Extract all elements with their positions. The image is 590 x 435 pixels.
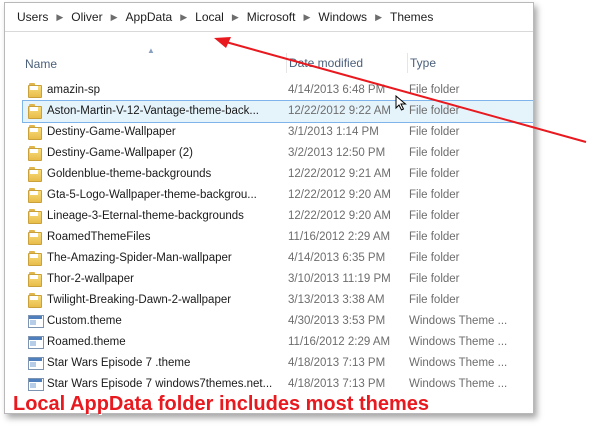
file-date-modified: 3/2/2013 12:50 PM	[288, 147, 386, 159]
file-name: amazin-sp	[47, 84, 101, 96]
file-row[interactable]: Custom.theme 4/30/2013 3:53 PM Windows The…	[5, 311, 533, 332]
folder-icon	[27, 230, 43, 245]
file-date-modified: 4/14/2013 6:48 PM	[288, 84, 386, 96]
file-type: File folder	[409, 126, 460, 138]
file-type: File folder	[409, 273, 460, 285]
file-type: File folder	[409, 210, 460, 222]
file-row[interactable]: Star Wars Episode 7 .theme 4/18/2013 7:13…	[5, 353, 533, 374]
file-name: Roamed.theme	[47, 336, 126, 348]
explorer-window: Users ▶ Oliver ▶ AppData ▶ Local ▶ Micro…	[4, 2, 534, 414]
file-row[interactable]: Gta-5-Logo-Wallpaper-theme-backgrou... 12…	[5, 185, 533, 206]
file-name: Star Wars Episode 7 .theme	[47, 357, 191, 369]
chevron-right-icon[interactable]: ▶	[174, 12, 193, 23]
folder-icon	[27, 83, 43, 98]
file-list: amazin-sp 4/14/2013 6:48 PM File folder Ast…	[5, 80, 533, 395]
file-row[interactable]: Roamed.theme 11/16/2012 2:29 AM Windows Th…	[5, 332, 533, 353]
breadcrumb-appdata[interactable]: AppData	[124, 10, 175, 24]
theme-file-icon	[27, 356, 44, 370]
file-date-modified: 12/22/2012 9:22 AM	[288, 105, 391, 117]
folder-icon	[27, 167, 43, 182]
breadcrumb-users[interactable]: Users	[15, 10, 50, 24]
theme-file-icon	[27, 377, 44, 391]
file-name: Thor-2-wallpaper	[47, 273, 134, 285]
folder-icon	[27, 125, 43, 140]
file-date-modified: 12/22/2012 9:20 AM	[288, 210, 391, 222]
file-name: Goldenblue-theme-backgrounds	[47, 168, 212, 180]
file-name: RoamedThemeFiles	[47, 231, 151, 243]
file-name: Twilight-Breaking-Dawn-2-wallpaper	[47, 294, 232, 306]
file-row[interactable]: Star Wars Episode 7 windows7themes.net..…	[5, 374, 533, 395]
theme-file-icon	[27, 335, 44, 349]
sort-ascending-icon: ▲	[147, 46, 155, 55]
theme-file-icon	[27, 314, 44, 328]
folder-icon	[27, 293, 43, 308]
folder-icon	[27, 188, 43, 203]
column-header-date-modified[interactable]: Date modified	[286, 53, 363, 73]
folder-icon	[27, 251, 43, 266]
chevron-right-icon[interactable]: ▶	[105, 12, 124, 23]
file-type: File folder	[409, 168, 460, 180]
file-row[interactable]: The-Amazing-Spider-Man-wallpaper 4/14/201…	[5, 248, 533, 269]
file-name: Aston-Martin-V-12-Vantage-theme-back...	[47, 105, 259, 117]
breadcrumb-microsoft[interactable]: Microsoft	[245, 10, 298, 24]
file-date-modified: 3/13/2013 3:38 AM	[288, 294, 385, 306]
file-type: File folder	[409, 231, 460, 243]
column-header-type[interactable]: Type	[407, 53, 436, 73]
chevron-right-icon[interactable]: ▶	[226, 12, 245, 23]
file-row[interactable]: RoamedThemeFiles 11/16/2012 2:29 AM File f…	[5, 227, 533, 248]
breadcrumb-oliver[interactable]: Oliver	[69, 10, 104, 24]
file-date-modified: 12/22/2012 9:20 AM	[288, 189, 391, 201]
file-date-modified: 4/18/2013 7:13 PM	[288, 378, 386, 390]
folder-icon	[27, 209, 43, 224]
file-date-modified: 3/10/2013 11:19 PM	[288, 273, 391, 285]
file-type: Windows Theme ...	[409, 357, 508, 369]
file-type: File folder	[409, 189, 460, 201]
breadcrumb-themes[interactable]: Themes	[388, 10, 435, 24]
file-date-modified: 4/14/2013 6:35 PM	[288, 252, 386, 264]
file-type: File folder	[409, 84, 460, 96]
file-type: File folder	[409, 294, 460, 306]
file-date-modified: 11/16/2012 2:29 AM	[288, 336, 391, 348]
column-header-name[interactable]: Name	[25, 57, 57, 71]
file-name: Custom.theme	[47, 315, 122, 327]
file-row[interactable]: Aston-Martin-V-12-Vantage-theme-back... 1…	[22, 100, 533, 123]
file-type: File folder	[409, 105, 460, 117]
chevron-right-icon[interactable]: ▶	[297, 12, 316, 23]
file-type: File folder	[409, 147, 460, 159]
file-type: Windows Theme ...	[409, 336, 508, 348]
breadcrumb[interactable]: Users ▶ Oliver ▶ AppData ▶ Local ▶ Micro…	[5, 3, 533, 32]
breadcrumb-windows[interactable]: Windows	[316, 10, 369, 24]
file-name: Lineage-3-Eternal-theme-backgrounds	[47, 210, 244, 222]
file-name: Star Wars Episode 7 windows7themes.net..…	[47, 378, 273, 390]
column-header-row: ▲ Name Date modified Type	[5, 46, 533, 83]
file-type: File folder	[409, 252, 460, 264]
file-row[interactable]: Destiny-Game-Wallpaper (2) 3/2/2013 12:50…	[5, 143, 533, 164]
mouse-cursor-icon	[395, 95, 407, 111]
file-date-modified: 11/16/2012 2:29 AM	[288, 231, 391, 243]
chevron-right-icon[interactable]: ▶	[50, 12, 69, 23]
breadcrumb-local[interactable]: Local	[193, 10, 226, 24]
file-row[interactable]: Goldenblue-theme-backgrounds 12/22/2012 9…	[5, 164, 533, 185]
file-name: The-Amazing-Spider-Man-wallpaper	[47, 252, 232, 264]
file-name: Destiny-Game-Wallpaper	[47, 126, 176, 138]
file-type: Windows Theme ...	[409, 315, 508, 327]
folder-icon	[27, 272, 43, 287]
file-date-modified: 4/18/2013 7:13 PM	[288, 357, 386, 369]
file-name: Destiny-Game-Wallpaper (2)	[47, 147, 193, 159]
file-row[interactable]: amazin-sp 4/14/2013 6:48 PM File folder	[5, 80, 533, 101]
folder-icon	[27, 104, 43, 119]
file-row[interactable]: Thor-2-wallpaper 3/10/2013 11:19 PM File f…	[5, 269, 533, 290]
file-row[interactable]: Lineage-3-Eternal-theme-backgrounds 12/22…	[5, 206, 533, 227]
file-date-modified: 3/1/2013 1:14 PM	[288, 126, 379, 138]
folder-icon	[27, 146, 43, 161]
file-row[interactable]: Twilight-Breaking-Dawn-2-wallpaper 3/13/2…	[5, 290, 533, 311]
file-date-modified: 4/30/2013 3:53 PM	[288, 315, 386, 327]
file-row[interactable]: Destiny-Game-Wallpaper 3/1/2013 1:14 PM Fi…	[5, 122, 533, 143]
file-type: Windows Theme ...	[409, 378, 508, 390]
chevron-right-icon[interactable]: ▶	[369, 12, 388, 23]
annotation-caption: Local AppData folder includes most theme…	[13, 393, 430, 415]
file-date-modified: 12/22/2012 9:21 AM	[288, 168, 391, 180]
file-name: Gta-5-Logo-Wallpaper-theme-backgrou...	[47, 189, 257, 201]
